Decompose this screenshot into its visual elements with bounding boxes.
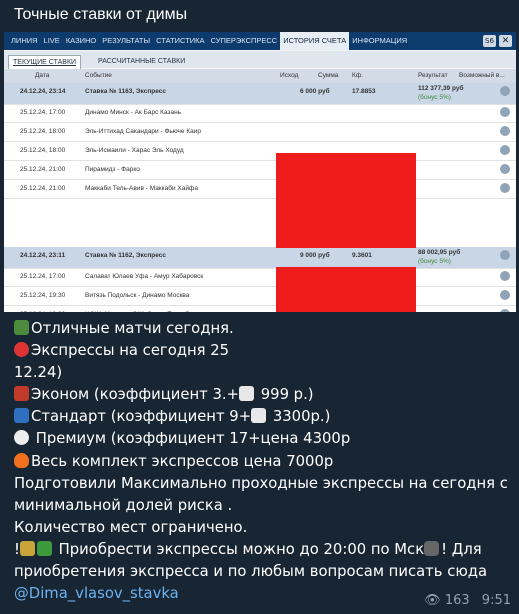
red-book-icon [14, 386, 29, 402]
nav-item: СУПЕРЭКСПРЕСС [210, 36, 278, 45]
table-row: 25.12.24, 17:00 Салават Юлаев Уфа - Амур … [4, 268, 516, 287]
info-icon [500, 164, 510, 174]
info-icon [500, 290, 510, 300]
info-icon [500, 86, 510, 96]
redaction-block [276, 267, 416, 312]
receipt-icon [251, 408, 267, 424]
info-icon [500, 309, 510, 312]
money-icon [14, 320, 29, 335]
table-header: Дата Событие Исход Сумма Кф. Результат В… [4, 69, 516, 83]
info-icon [500, 126, 510, 136]
nav-item: ЛИНИЯ [11, 36, 38, 45]
subtabs: ТЕКУЩИЕ СТАВКИ РАССЧИТАННЫЕ СТАВКИ [4, 51, 516, 69]
message-meta: 👁 163 9:51 [424, 593, 511, 608]
contact-link[interactable]: @Dima_vlasov_stavka [14, 585, 179, 602]
info-icon [500, 183, 510, 193]
table-row: 25.12.24, 18:00 Эль-Иттихад Сакандари - Ф… [4, 123, 516, 142]
nav-item: ИНФОРМАЦИЯ [352, 36, 408, 45]
express-row: 24.12.24, 23:11 Ставка № 1162, Экспресс … [4, 247, 516, 269]
nav-item: СТАТИСТИКА [156, 36, 205, 45]
redaction-block [276, 153, 416, 248]
fire-icon [14, 452, 29, 468]
alarm-clock-icon [14, 342, 29, 358]
info-icon [500, 107, 510, 117]
betting-screenshot[interactable]: ЛИНИЯ LIVE КАЗИНО РЕЗУЛЬТАТЫ СТАТИСТИКА СУПЕР… [4, 32, 516, 312]
table-row: 25.12.24, 21:00 Маккаби Тель-Авив - Макка… [4, 180, 516, 199]
table-row: 25.12.24, 21:00 Пирамидз - Фарко [4, 161, 516, 180]
table-row: 25.12.24, 18:00 Эль-Исмаили - Харас Эль Х… [4, 142, 516, 161]
channel-title[interactable]: Точные ставки от димы [14, 6, 187, 24]
receipt-icon [239, 386, 255, 402]
message-bubble: Точные ставки от димы ЛИНИЯ LIVE КАЗИНО РЕЗ… [0, 0, 519, 614]
site-nav: ЛИНИЯ LIVE КАЗИНО РЕЗУЛЬТАТЫ СТАТИСТИКА СУПЕР… [4, 32, 516, 50]
view-count: 163 [444, 593, 470, 608]
bets-table: Дата Событие Исход Сумма Кф. Результат В… [4, 69, 516, 312]
soccer-ball-icon [14, 430, 29, 446]
nav-item: РЕЗУЛЬТАТЫ [102, 36, 151, 45]
info-icon [500, 250, 510, 260]
table-row: 25.12.24, 19:30ЦСКА Москва - СКА Санкт-П… [4, 306, 516, 312]
nav-item: LIVE [43, 36, 60, 45]
currency-exchange-icon [36, 540, 52, 556]
settings-icon: S6 [483, 35, 496, 47]
close-icon: ✕ [499, 35, 512, 47]
message-time: 9:51 [481, 593, 511, 608]
info-icon [500, 271, 510, 281]
watch-icon [424, 540, 440, 556]
express-row: 24.12.24, 23:14 Ставка № 1163, Экспресс … [4, 83, 516, 105]
nav-item: КАЗИНО [65, 36, 97, 45]
table-row: 25.12.24, 19:30 Витязь Подольск - Динамо … [4, 287, 516, 306]
eye-icon: 👁 [424, 593, 441, 608]
table-row: 25.12.24, 17:00 Динамо Минск - Ак Барс Ка… [4, 104, 516, 123]
tab-settled-bets: РАССЧИТАННЫЕ СТАВКИ [98, 58, 186, 65]
tab-current-bets: ТЕКУЩИЕ СТАВКИ [8, 55, 82, 69]
blue-book-icon [14, 408, 29, 424]
message-text: Отличные матчи сегодня. Экспрессы на сег… [14, 320, 513, 603]
nav-item: ИСТОРИЯ СЧЕТА [280, 32, 350, 50]
money-bag-icon [19, 540, 35, 556]
info-icon [500, 145, 510, 155]
